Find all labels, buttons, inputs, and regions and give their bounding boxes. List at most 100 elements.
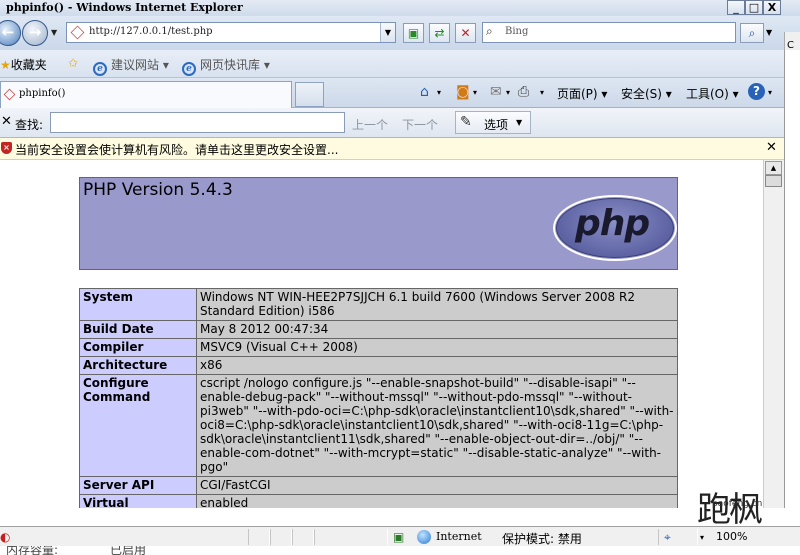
pen-icon: ✎ xyxy=(460,114,472,130)
print-icon[interactable]: ⎙ xyxy=(518,84,529,100)
security-status-icon[interactable]: ▣ xyxy=(393,530,404,544)
find-options-button[interactable]: ✎ 选项 ▼ xyxy=(455,111,531,134)
table-row: Architecture x86 xyxy=(79,356,678,375)
options-dropdown-icon: ▼ xyxy=(516,118,523,127)
home-icon[interactable]: ⌂ xyxy=(420,84,429,100)
address-url[interactable]: http://127.0.0.1/test.php xyxy=(89,26,213,37)
address-dropdown-icon[interactable]: ▼ xyxy=(380,23,395,42)
read-mail-icon[interactable]: ✉ xyxy=(490,84,502,100)
status-segment xyxy=(270,529,292,545)
row-value: CGI/FastCGI xyxy=(196,476,678,495)
refresh-icon: ⇄ xyxy=(434,26,445,40)
web-slice-gallery-label: 网页快讯库 ▾ xyxy=(200,58,270,72)
close-infobar-icon[interactable]: ✕ xyxy=(766,140,777,155)
php-version-header: PHP Version 5.4.3 php xyxy=(79,177,678,270)
find-label: 查找: xyxy=(15,118,44,132)
web-slice-gallery-link[interactable]: e 网页快讯库 ▾ xyxy=(182,56,270,76)
underlying-window-strip: 内存容量: 已启用 xyxy=(0,546,800,555)
phpinfo-table: System Windows NT WIN-HEE2P7SJJCH 6.1 bu… xyxy=(79,288,678,508)
find-input[interactable] xyxy=(50,112,345,133)
vertical-scrollbar[interactable]: ▲ xyxy=(763,160,784,508)
close-window-button[interactable]: X xyxy=(763,0,781,15)
find-next-button[interactable]: 下一个 xyxy=(402,116,438,133)
security-message[interactable]: 当前安全设置会使计算机有风险。请单击这里更改安全设置... xyxy=(15,141,338,158)
page-menu[interactable]: 页面(P) ▾ xyxy=(557,85,607,102)
search-placeholder: Bing xyxy=(505,26,529,37)
back-button[interactable]: ← xyxy=(0,20,21,46)
tools-menu[interactable]: 工具(O) ▾ xyxy=(686,85,739,102)
window-title: phpinfo() - Windows Internet Explorer xyxy=(6,1,243,14)
ie-icon: e xyxy=(93,62,107,76)
security-infobar[interactable]: × 当前安全设置会使计算机有风险。请单击这里更改安全设置... ✕ xyxy=(0,138,784,160)
table-row: Build Date May 8 2012 00:47:34 xyxy=(79,320,678,339)
pointer-icon[interactable]: ⌖ xyxy=(664,530,671,545)
scroll-thumb[interactable] xyxy=(765,175,782,187)
favorites-label: 收藏夹 xyxy=(10,58,47,72)
help-dropdown-icon[interactable]: ▾ xyxy=(768,88,772,97)
zone-label[interactable]: Internet xyxy=(436,530,482,543)
add-favorite-icon: ✩ xyxy=(68,56,79,70)
ie-icon: e xyxy=(182,62,196,76)
scroll-up-icon[interactable]: ▲ xyxy=(765,161,782,175)
security-warning-icon: × xyxy=(1,142,12,154)
new-tab-button[interactable] xyxy=(295,82,324,107)
tab-phpinfo[interactable]: phpinfo() xyxy=(0,81,292,108)
row-key: System xyxy=(79,288,197,321)
right-side-pane xyxy=(784,50,800,508)
search-field[interactable]: ⌕ Bing xyxy=(482,22,736,43)
address-field[interactable]: http://127.0.0.1/test.php ▼ xyxy=(66,22,396,43)
php-version-title: PHP Version 5.4.3 xyxy=(83,180,233,200)
internet-zone-icon xyxy=(417,530,431,544)
add-to-favorites-bar-button[interactable]: ✩ xyxy=(68,56,78,70)
favorites-bar: ★收藏夹 ✩ e 建议网站 ▾ e 网页快讯库 ▾ xyxy=(0,50,800,78)
row-value: x86 xyxy=(196,356,678,375)
stop-icon: ✕ xyxy=(460,26,471,40)
find-previous-button[interactable]: 上一个 xyxy=(352,116,388,133)
forward-button[interactable]: → xyxy=(22,20,48,46)
zoom-level[interactable]: 100% xyxy=(716,530,747,543)
page-content: PHP Version 5.4.3 php System Windows NT … xyxy=(0,160,763,508)
back-arrow-icon: ← xyxy=(1,23,15,41)
refresh-button[interactable]: ⇄ xyxy=(429,23,450,43)
feeds-dropdown-icon[interactable]: ▾ xyxy=(473,88,477,97)
table-row: Server API CGI/FastCGI xyxy=(79,476,678,495)
zoom-dropdown-icon[interactable]: ▾ xyxy=(700,533,704,542)
favorites-button[interactable]: ★收藏夹 xyxy=(0,56,47,73)
php-logo-text: php xyxy=(575,203,650,244)
mail-dropdown-icon[interactable]: ▾ xyxy=(506,88,510,97)
tab-label: phpinfo() xyxy=(19,88,66,99)
row-value: enabled xyxy=(196,494,678,508)
home-dropdown-icon[interactable]: ▾ xyxy=(437,88,441,97)
row-value: cscript /nologo configure.js "--enable-s… xyxy=(196,374,678,477)
watermark-site: paofeng.cn xyxy=(712,499,763,509)
feeds-icon[interactable]: ◙ xyxy=(456,84,470,100)
protected-mode-label[interactable]: 保护模式: 禁用 xyxy=(502,530,582,547)
stop-button[interactable]: ✕ xyxy=(455,23,476,43)
row-value: May 8 2012 00:47:34 xyxy=(196,320,678,339)
print-dropdown-icon[interactable]: ▾ xyxy=(540,88,544,97)
help-icon[interactable]: ? xyxy=(748,83,765,100)
maximize-button[interactable]: □ xyxy=(745,0,763,15)
compatibility-icon: ▣ xyxy=(407,26,420,40)
table-row: System Windows NT WIN-HEE2P7SJJCH 6.1 bu… xyxy=(79,288,678,321)
row-key: Compiler xyxy=(79,338,197,357)
tab-row: phpinfo() ⌂ ▾ ◙ ▾ ✉ ▾ ⎙ ▾ 页面(P) ▾ 安全(S) … xyxy=(0,78,800,108)
title-bar: phpinfo() - Windows Internet Explorer _ … xyxy=(0,0,800,16)
safety-menu[interactable]: 安全(S) ▾ xyxy=(621,85,672,102)
compatibility-view-button[interactable]: ▣ xyxy=(403,23,424,43)
favorites-star-icon: ★ xyxy=(0,58,11,72)
suggested-sites-link[interactable]: e 建议网站 ▾ xyxy=(93,56,169,76)
history-dropdown-icon[interactable]: ▼ xyxy=(51,28,57,37)
row-key: Architecture xyxy=(79,356,197,375)
close-find-icon[interactable]: ✕ xyxy=(1,114,12,129)
find-bar: ✕ 查找: 上一个 下一个 ✎ 选项 ▼ xyxy=(0,108,800,138)
tab-favicon-icon xyxy=(3,88,16,101)
status-segment xyxy=(248,529,270,545)
search-button[interactable]: ⌕ xyxy=(740,23,764,43)
row-key: Virtual Directory xyxy=(79,494,197,508)
minimize-button[interactable]: _ xyxy=(727,0,745,15)
find-options-label: 选项 xyxy=(484,118,509,132)
row-value: MSVC9 (Visual C++ 2008) xyxy=(196,338,678,357)
bottom-value: 已启用 xyxy=(110,546,147,555)
search-options-dropdown-icon[interactable]: ▼ xyxy=(766,28,772,37)
